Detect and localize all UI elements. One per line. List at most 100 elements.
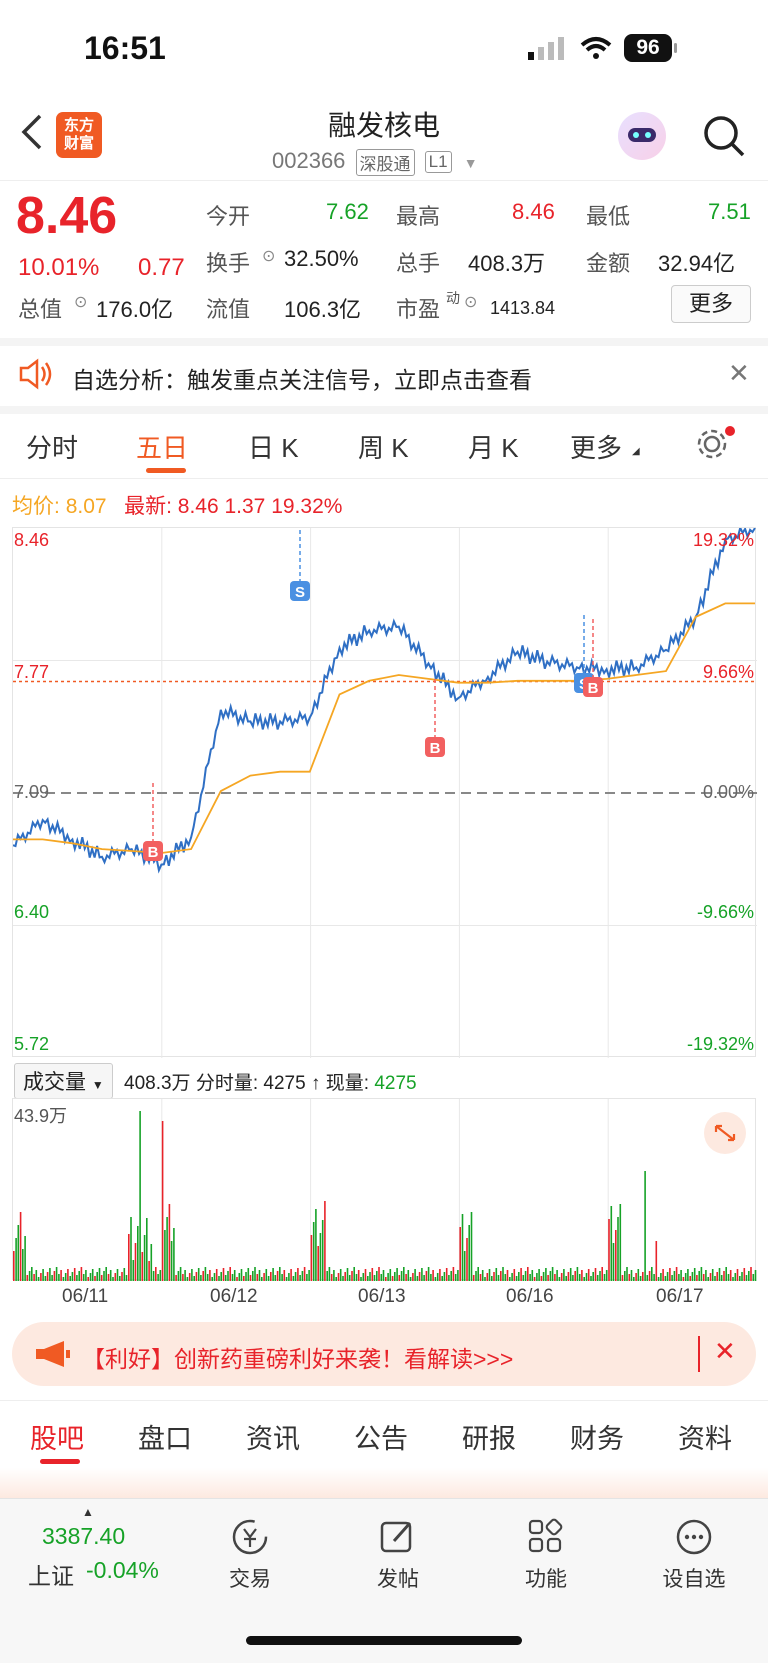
tab-week-k[interactable]: 周 K [358, 428, 409, 465]
volume-bar [693, 1268, 696, 1281]
volume-bar [698, 1271, 700, 1281]
volume-bar [310, 1235, 313, 1281]
volume-bar [306, 1274, 308, 1281]
tab-guba[interactable]: 股吧 [30, 1417, 84, 1456]
close-icon[interactable]: ✕ [728, 358, 750, 389]
pe-label: 市盈 [396, 297, 441, 322]
volume-bar [188, 1273, 191, 1281]
volume-bar [55, 1267, 58, 1281]
x-tick: 06/16 [506, 1286, 554, 1307]
volume-bar [495, 1268, 498, 1281]
volume-bar [684, 1273, 687, 1281]
volume-bar [734, 1273, 737, 1281]
volume-bar [107, 1274, 110, 1281]
stock-subtitle[interactable]: 002366 深股通 L1 ▼ [272, 148, 478, 176]
search-icon[interactable] [702, 114, 746, 158]
tab-announcement[interactable]: 公告 [354, 1417, 408, 1456]
expand-icon[interactable] [704, 1112, 746, 1154]
volume-bar [732, 1277, 734, 1281]
volume-bar [24, 1236, 26, 1281]
more-button[interactable]: 更多 [671, 285, 751, 323]
volume-bar [51, 1275, 53, 1281]
info-dots-icon[interactable]: ⊙ [464, 292, 477, 312]
functions-button[interactable]: 功能 [496, 1517, 596, 1593]
volume-bar [409, 1277, 412, 1281]
volume-bar [267, 1276, 270, 1281]
volume-bar [457, 1270, 459, 1281]
volume-bar [394, 1272, 396, 1281]
volume-bar [560, 1273, 563, 1281]
promo-banner[interactable]: 【利好】创新药重磅利好来袭！看解读>>> ✕ [12, 1322, 756, 1386]
volume-bar [729, 1270, 732, 1281]
volume-bar [328, 1267, 331, 1281]
status-time: 16:51 [84, 30, 166, 66]
volume-bar [387, 1273, 389, 1281]
edit-icon [380, 1521, 412, 1553]
current-price: 8.46 [16, 187, 118, 245]
volume-bar [330, 1274, 333, 1281]
volume-bar [635, 1273, 637, 1281]
alert-text[interactable]: 自选分析：触发重点关注信号，立即点击查看 [72, 361, 532, 395]
volume-bar [33, 1274, 35, 1281]
info-tabs: 股吧 盘口 资讯 公告 研报 财务 资料 [0, 1400, 768, 1466]
price-chart[interactable]: BSBSB [12, 527, 757, 1058]
trade-button[interactable]: 交易 [200, 1517, 300, 1593]
volume-bar [533, 1277, 536, 1281]
info-dots-icon[interactable]: ⊙ [74, 292, 87, 312]
index-change[interactable]: -0.04% [86, 1557, 159, 1584]
open-value: 7.62 [326, 199, 369, 224]
volume-bar [78, 1271, 80, 1281]
tab-profile[interactable]: 资料 [678, 1417, 732, 1456]
volume-bar [209, 1270, 211, 1281]
volume-bar [709, 1273, 712, 1281]
post-button[interactable]: 发帖 [348, 1517, 448, 1593]
volume-bar [19, 1212, 22, 1281]
volume-bar [750, 1267, 752, 1281]
tab-five-day[interactable]: 五日 [136, 428, 188, 465]
tab-month-k[interactable]: 月 K [468, 428, 519, 465]
volume-bar [69, 1276, 71, 1281]
volume-bar [599, 1271, 601, 1281]
functions-label: 功能 [525, 1568, 567, 1591]
volume-bar [569, 1268, 572, 1281]
tab-timeshare[interactable]: 分时 [26, 428, 78, 465]
volume-bar [137, 1226, 139, 1281]
index-name[interactable]: 上证 [28, 1557, 74, 1591]
volume-bar [441, 1276, 443, 1281]
up-caret-icon[interactable]: ▲ [82, 1505, 94, 1519]
add-watchlist-button[interactable]: 设自选 [644, 1517, 744, 1593]
volume-bar [179, 1267, 182, 1281]
post-label: 发帖 [377, 1568, 419, 1591]
promo-close-icon[interactable]: ✕ [714, 1336, 736, 1367]
volume-bar [243, 1276, 245, 1281]
volume-bar [687, 1269, 689, 1281]
volume-bar [28, 1271, 31, 1281]
battery-tip [674, 43, 677, 53]
volume-bar [369, 1272, 371, 1281]
dropdown-caret-icon[interactable]: ▼ [464, 155, 478, 171]
tab-pankou[interactable]: 盘口 [138, 1417, 192, 1456]
x-tick: 06/17 [656, 1286, 704, 1307]
price-chart-svg: BSBSB [13, 528, 757, 1058]
tab-more[interactable]: 更多 [570, 428, 622, 465]
volume-bar [671, 1275, 673, 1281]
tab-day-k[interactable]: 日 K [248, 428, 299, 465]
volume-bar [202, 1271, 204, 1281]
tab-finance[interactable]: 财务 [570, 1417, 624, 1456]
volume-chart[interactable] [12, 1098, 757, 1281]
volume-bar [486, 1273, 489, 1281]
volume-bar [506, 1270, 509, 1281]
volume-selector[interactable]: 成交量 ▼ [14, 1063, 113, 1099]
volume-bar [317, 1246, 319, 1281]
volume-bar [527, 1267, 529, 1281]
robot-assistant-icon[interactable] [618, 112, 666, 160]
info-dots-icon[interactable]: ⊙ [262, 246, 275, 266]
settings-gear-icon[interactable] [694, 424, 738, 464]
tab-research[interactable]: 研报 [462, 1417, 516, 1456]
now-volume-value: 4275 [374, 1073, 417, 1094]
tab-news[interactable]: 资讯 [246, 1417, 300, 1456]
volume-bar [718, 1268, 721, 1281]
volume-bar [439, 1269, 441, 1281]
volume-bar [461, 1214, 464, 1281]
index-value[interactable]: 3387.40 [42, 1523, 125, 1550]
